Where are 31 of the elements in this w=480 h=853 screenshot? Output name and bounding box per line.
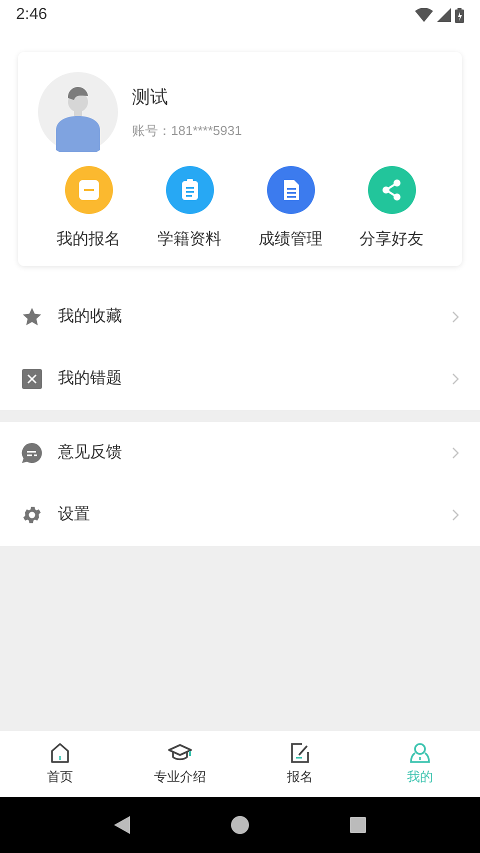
user-name: 测试 — [132, 86, 169, 109]
home-button-icon[interactable] — [230, 816, 249, 834]
signal-icon — [437, 8, 451, 22]
edit-icon — [288, 741, 312, 766]
tab[interactable]: 报名 — [240, 731, 360, 797]
status-time: 2:46 — [16, 5, 48, 25]
home-icon — [48, 741, 72, 766]
star-icon — [21, 306, 43, 328]
wifi-icon — [415, 8, 433, 22]
battery-icon — [455, 8, 464, 22]
shortcut-button[interactable]: 我的报名 — [38, 166, 139, 252]
shortcut-button[interactable]: 学籍资料 — [139, 166, 240, 252]
user-icon — [408, 741, 432, 766]
tab[interactable]: 首页 — [0, 731, 120, 797]
menu-item[interactable]: 设置 — [0, 484, 480, 546]
shortcut-button[interactable]: 分享好友 — [341, 166, 442, 252]
menu-item[interactable]: 我的错题 — [0, 348, 480, 410]
chevron-right-icon — [452, 447, 460, 459]
menu-item[interactable]: 意见反馈 — [0, 422, 480, 484]
chevron-right-icon — [452, 311, 460, 323]
back-icon[interactable] — [114, 816, 130, 834]
tab[interactable]: 专业介绍 — [120, 731, 240, 797]
shortcut-button[interactable]: 成绩管理 — [240, 166, 341, 252]
chat-bubble-icon — [21, 442, 43, 464]
settings-icon — [21, 504, 43, 526]
recents-icon[interactable] — [350, 817, 366, 833]
chevron-right-icon — [452, 373, 460, 385]
account-number: 账号：181****5931 — [132, 122, 242, 140]
menu-item[interactable]: 我的收藏 — [0, 286, 480, 348]
chevron-right-icon — [452, 509, 460, 521]
close-box-icon — [22, 369, 42, 389]
